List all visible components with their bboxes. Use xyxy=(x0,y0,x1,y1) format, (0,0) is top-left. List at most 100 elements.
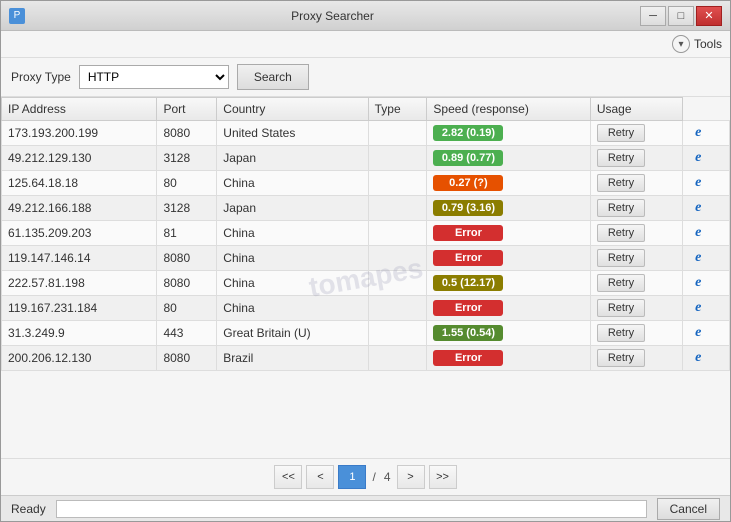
cell-ip: 119.167.231.184 xyxy=(2,296,157,321)
cell-type xyxy=(368,296,427,321)
search-button[interactable]: Search xyxy=(237,64,309,90)
pagination-current[interactable]: 1 xyxy=(338,465,366,489)
toolbar: ▾ Tools xyxy=(1,31,730,58)
cell-type xyxy=(368,171,427,196)
cell-port: 80 xyxy=(157,171,217,196)
cell-type xyxy=(368,346,427,371)
minimize-button[interactable]: ─ xyxy=(640,6,666,26)
cell-type xyxy=(368,196,427,221)
table-row: 49.212.166.1883128Japan0.79 (3.16)Retrye xyxy=(2,196,730,221)
speed-badge: Error xyxy=(433,350,503,366)
cell-type xyxy=(368,271,427,296)
retry-button[interactable]: Retry xyxy=(597,124,645,142)
retry-button[interactable]: Retry xyxy=(597,324,645,342)
proxy-table: IP Address Port Country Type Speed (resp… xyxy=(1,97,730,371)
retry-button[interactable]: Retry xyxy=(597,349,645,367)
speed-badge: Error xyxy=(433,225,503,241)
retry-button[interactable]: Retry xyxy=(597,199,645,217)
cell-port: 8080 xyxy=(157,271,217,296)
window-title: Proxy Searcher xyxy=(25,9,640,23)
pagination-prev[interactable]: < xyxy=(306,465,334,489)
cell-ip: 119.147.146.14 xyxy=(2,246,157,271)
ie-icon[interactable]: e xyxy=(689,199,707,217)
ie-icon[interactable]: e xyxy=(689,299,707,317)
pagination: << < 1 / 4 > >> xyxy=(1,458,730,495)
table-row: 200.206.12.1308080BrazilErrorRetrye xyxy=(2,346,730,371)
retry-button[interactable]: Retry xyxy=(597,174,645,192)
window-icon: P xyxy=(9,8,25,24)
cell-country: Japan xyxy=(217,196,368,221)
retry-button[interactable]: Retry xyxy=(597,274,645,292)
cell-usage: e xyxy=(683,121,730,146)
speed-badge: 0.27 (?) xyxy=(433,175,503,191)
cell-country: Japan xyxy=(217,146,368,171)
table-row: 119.147.146.148080ChinaErrorRetrye xyxy=(2,246,730,271)
pagination-first[interactable]: << xyxy=(274,465,302,489)
ie-icon[interactable]: e xyxy=(689,349,707,367)
ie-icon[interactable]: e xyxy=(689,149,707,167)
search-bar: Proxy Type HTTP HTTPS SOCKS4 SOCKS5 Sear… xyxy=(1,58,730,97)
pagination-total: 4 xyxy=(382,470,393,484)
cell-speed: 0.79 (3.16) xyxy=(427,196,590,221)
cell-usage: e xyxy=(683,221,730,246)
ie-icon[interactable]: e xyxy=(689,324,707,342)
cell-port: 80 xyxy=(157,296,217,321)
ie-icon[interactable]: e xyxy=(689,174,707,192)
cell-retry: Retry xyxy=(590,321,682,346)
cell-country: China xyxy=(217,296,368,321)
cell-usage: e xyxy=(683,246,730,271)
cell-usage: e xyxy=(683,321,730,346)
cell-speed: 2.82 (0.19) xyxy=(427,121,590,146)
retry-button[interactable]: Retry xyxy=(597,149,645,167)
retry-button[interactable]: Retry xyxy=(597,249,645,267)
cell-usage: e xyxy=(683,271,730,296)
cell-speed: Error xyxy=(427,221,590,246)
col-header-speed: Speed (response) xyxy=(427,98,590,121)
cell-port: 3128 xyxy=(157,196,217,221)
ie-icon[interactable]: e xyxy=(689,274,707,292)
main-window: P Proxy Searcher ─ □ ✕ ▾ Tools Proxy Typ… xyxy=(0,0,731,522)
pagination-last[interactable]: >> xyxy=(429,465,457,489)
cell-retry: Retry xyxy=(590,296,682,321)
cell-speed: Error xyxy=(427,346,590,371)
tools-button[interactable]: ▾ Tools xyxy=(672,35,722,53)
table-row: 125.64.18.1880China0.27 (?)Retrye xyxy=(2,171,730,196)
cell-country: China xyxy=(217,246,368,271)
cell-retry: Retry xyxy=(590,196,682,221)
title-bar: P Proxy Searcher ─ □ ✕ xyxy=(1,1,730,31)
status-text: Ready xyxy=(11,502,46,516)
cell-ip: 222.57.81.198 xyxy=(2,271,157,296)
proxy-type-label: Proxy Type xyxy=(11,70,71,84)
cell-ip: 125.64.18.18 xyxy=(2,171,157,196)
ie-icon[interactable]: e xyxy=(689,124,707,142)
table-row: 222.57.81.1988080China0.5 (12.17)Retrye xyxy=(2,271,730,296)
table-header-row: IP Address Port Country Type Speed (resp… xyxy=(2,98,730,121)
proxy-type-select[interactable]: HTTP HTTPS SOCKS4 SOCKS5 xyxy=(79,65,229,89)
cell-retry: Retry xyxy=(590,346,682,371)
speed-badge: 0.79 (3.16) xyxy=(433,200,503,216)
cell-type xyxy=(368,221,427,246)
cell-type xyxy=(368,321,427,346)
cell-retry: Retry xyxy=(590,246,682,271)
cell-retry: Retry xyxy=(590,146,682,171)
maximize-button[interactable]: □ xyxy=(668,6,694,26)
cancel-button[interactable]: Cancel xyxy=(657,498,720,520)
retry-button[interactable]: Retry xyxy=(597,224,645,242)
cell-type xyxy=(368,146,427,171)
ie-icon[interactable]: e xyxy=(689,224,707,242)
pagination-next[interactable]: > xyxy=(397,465,425,489)
ie-icon[interactable]: e xyxy=(689,249,707,267)
speed-badge: 1.55 (0.54) xyxy=(433,325,503,341)
table-container: tomapes IP Address Port Country Type Spe… xyxy=(1,97,730,458)
cell-usage: e xyxy=(683,196,730,221)
table-row: 49.212.129.1303128Japan0.89 (0.77)Retrye xyxy=(2,146,730,171)
retry-button[interactable]: Retry xyxy=(597,299,645,317)
cell-speed: 0.89 (0.77) xyxy=(427,146,590,171)
cell-type xyxy=(368,246,427,271)
close-button[interactable]: ✕ xyxy=(696,6,722,26)
cell-speed: Error xyxy=(427,246,590,271)
cell-usage: e xyxy=(683,171,730,196)
speed-badge: 2.82 (0.19) xyxy=(433,125,503,141)
col-header-ip: IP Address xyxy=(2,98,157,121)
table-row: 31.3.249.9443Great Britain (U)1.55 (0.54… xyxy=(2,321,730,346)
